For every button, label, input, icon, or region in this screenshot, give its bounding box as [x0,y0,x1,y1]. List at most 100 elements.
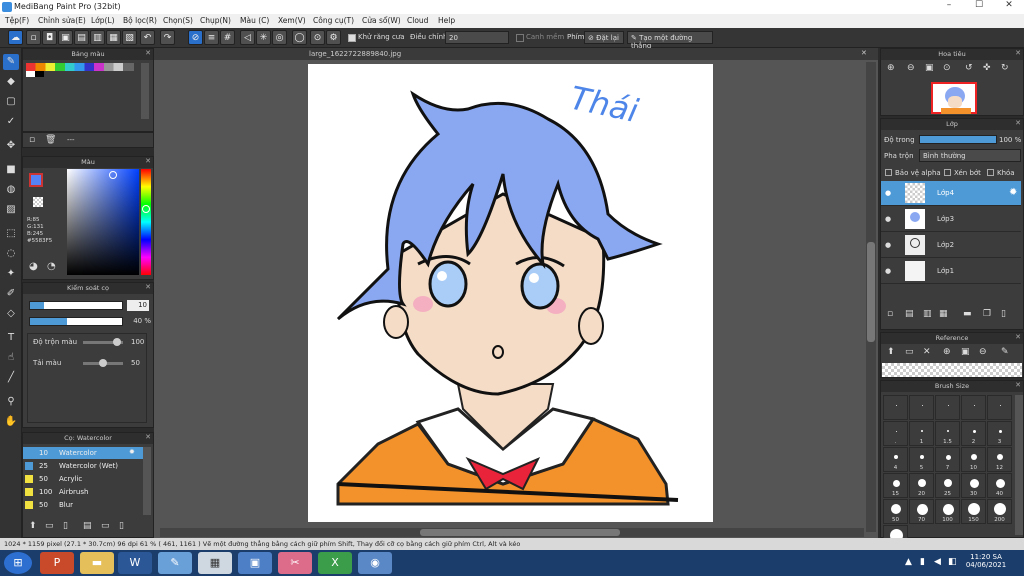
brush-size-cell[interactable] [987,395,1012,420]
panel-close-icon[interactable]: ✕ [1015,381,1021,389]
select-eraser-tool-icon[interactable]: ◇ [3,306,19,322]
rect-fill-tool-icon[interactable]: ■ [3,162,19,178]
brush-item[interactable]: 50 Blur [23,499,151,511]
layer-settings-icon[interactable]: ✹ [1009,187,1017,198]
color-saturation-picker[interactable] [67,169,139,275]
reset-rotate-icon[interactable]: ✜ [983,63,991,73]
eye-icon[interactable]: ● [885,215,891,223]
export-icon[interactable]: ▤ [74,30,89,45]
brush-size-cell[interactable]: 200 [987,499,1012,524]
maximize-button[interactable]: ☐ [964,0,994,14]
menu-view[interactable]: Xem(V) [278,16,306,25]
gradient-tool-icon[interactable]: ▨ [3,202,19,218]
excel-icon[interactable]: X [318,552,352,574]
chat-icon[interactable]: ◘ [42,30,57,45]
menu-cloud[interactable]: Cloud [407,16,428,25]
brush-size-cell[interactable] [935,395,960,420]
correction-select[interactable]: 20 [445,31,509,44]
snap-circle-icon[interactable]: ◎ [272,30,287,45]
fit-icon[interactable]: ▣ [925,63,934,73]
minimize-button[interactable]: – [934,0,964,14]
new-8bit-layer-icon[interactable]: ▥ [923,309,932,319]
dot-tool-icon[interactable]: ▢ [3,94,19,110]
reference-close-icon[interactable]: ✕ [923,347,931,357]
brush-size-scrollbar[interactable] [1015,395,1023,535]
rotate-right-icon[interactable]: ↻ [1001,63,1009,73]
text-tool-icon[interactable]: T [3,330,19,346]
eye-icon[interactable]: ● [885,241,891,249]
brush-list-scrollbar[interactable] [143,447,151,515]
menu-select[interactable]: Chọn(S) [163,16,193,25]
paint-icon[interactable]: ✎ [158,552,192,574]
smooth-checkbox[interactable] [516,34,524,42]
panel-close-icon[interactable]: ✕ [145,283,151,291]
menu-help[interactable]: Help [438,16,455,25]
brush-size-cell[interactable]: 12 [987,447,1012,472]
settings-icon[interactable]: ▦ [106,30,121,45]
color-picker-cursor[interactable] [109,171,117,179]
clock[interactable]: 11:20 SA 04/06/2021 [964,553,1008,569]
brush-size-slider[interactable] [29,301,123,310]
canvas-v-scrollbar[interactable] [866,62,876,532]
brush-new-icon[interactable]: ▯ [63,521,68,531]
snap-parallel-icon[interactable]: ≡ [204,30,219,45]
lock-checkbox[interactable] [987,169,994,176]
snap-ellipse-icon[interactable]: ⊙ [310,30,325,45]
rotate-left-icon[interactable]: ↺ [965,63,973,73]
close-button[interactable]: ✕ [994,0,1024,14]
delete-layer-icon[interactable]: ▯ [1001,309,1006,319]
network-icon[interactable]: ▮ [920,557,925,567]
brush-import-icon[interactable]: ▭ [101,521,110,531]
zoom-in-icon[interactable]: ⊕ [887,63,895,73]
menu-file[interactable]: Tệp(F) [5,16,29,25]
layer-row[interactable]: ● Lớp2 [881,233,1021,258]
snap-curve-icon[interactable]: ◯ [292,30,307,45]
brush-item[interactable]: 100 Airbrush [23,486,151,498]
primary-color-swatch[interactable] [29,173,43,187]
antialias-checkbox[interactable] [348,34,356,42]
powerpoint-icon[interactable]: P [40,552,74,574]
add-palette-icon[interactable]: ▫ [29,135,35,145]
zoom-out-icon[interactable]: ⊖ [907,63,915,73]
brush-size-cell[interactable]: 1.5 [935,421,960,446]
brush-folder-icon[interactable]: ▭ [45,521,54,531]
snipping-icon[interactable]: ✂ [278,552,312,574]
new-halftone-layer-icon[interactable]: ▤ [905,309,914,319]
language-icon[interactable]: ◧ [948,557,957,567]
delete-palette-icon[interactable]: 🗑 [45,135,56,145]
magic-wand-tool-icon[interactable]: ✦ [3,266,19,282]
snap-grid-icon[interactable]: # [220,30,235,45]
explorer-icon[interactable]: ▬ [80,552,114,574]
snap-perspective-icon[interactable]: ◁ [240,30,255,45]
panel-close-icon[interactable]: ✕ [1015,49,1021,57]
palette-swatches[interactable] [26,63,134,71]
select-tool-icon[interactable]: ⬚ [3,226,19,242]
eyedropper-tool-icon[interactable]: ⚲ [3,394,19,410]
menu-layer[interactable]: Lớp(L) [91,16,115,25]
brush-size-cell[interactable]: 25 [935,473,960,498]
divide-tool-icon[interactable]: ╱ [3,370,19,386]
new-folder-icon[interactable]: ▬ [963,309,972,319]
drawing-paper[interactable]: Thái [308,64,713,522]
eye-icon[interactable]: ● [885,189,891,197]
brush-size-cell[interactable]: . [883,421,908,446]
word-icon[interactable]: W [118,552,152,574]
check-tool-icon[interactable]: ✓ [3,114,19,130]
reference-upload-icon[interactable]: ⬆ [887,347,895,357]
secondary-color-swatch[interactable] [33,197,43,207]
hue-slider[interactable] [141,169,151,275]
chrome-icon[interactable]: ◉ [358,552,392,574]
brush-settings-icon[interactable]: ✹ [129,448,135,456]
layer-row[interactable]: ● Lớp4 ✹ [881,181,1021,206]
brush-size-cell[interactable]: 30 [961,473,986,498]
move-tool-icon[interactable]: ✥ [3,138,19,154]
color-wheel-icon[interactable]: ◕ [29,261,38,272]
palette-scrollbar[interactable] [141,63,149,119]
brush-size-cell[interactable]: 15 [883,473,908,498]
brush-item[interactable]: 25 Watercolor (Wet) [23,460,151,472]
reference-zoom-out-icon[interactable]: ⊖ [979,347,987,357]
start-button[interactable]: ⊞ [4,552,32,574]
brush-size-value[interactable]: 10 [127,300,149,311]
brush-size-cell[interactable]: 5 [909,447,934,472]
brush-item[interactable]: 50 Acrylic [23,473,151,485]
